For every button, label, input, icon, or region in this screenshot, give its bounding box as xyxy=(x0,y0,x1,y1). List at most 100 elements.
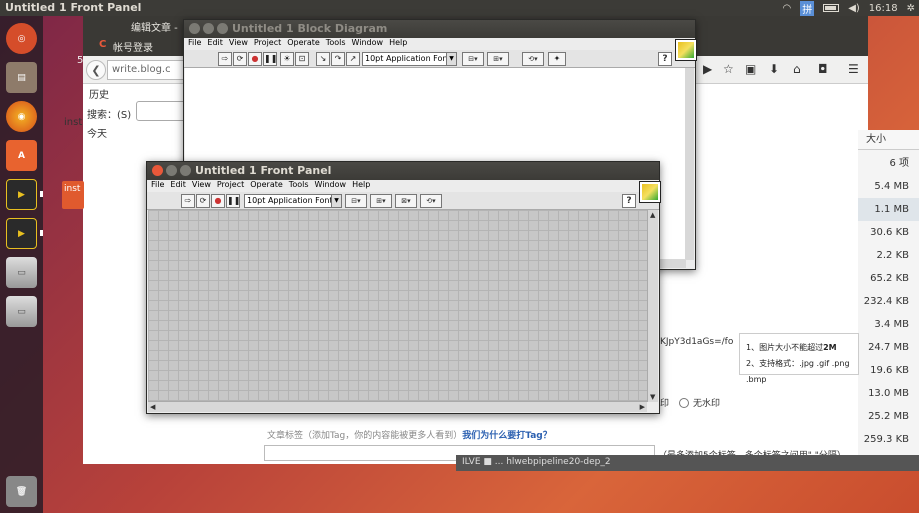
size-column-header[interactable]: 大小 xyxy=(858,130,919,150)
run-continuously-icon[interactable]: ⟳ xyxy=(196,194,210,208)
no-watermark-radio[interactable] xyxy=(679,397,690,408)
menu-icon[interactable]: ☰ xyxy=(848,62,859,76)
launcher-drive-2[interactable]: ▭ xyxy=(4,294,39,329)
menu-file[interactable]: File xyxy=(188,38,201,50)
size-cell: 25.2 MB xyxy=(868,411,909,422)
menu-file[interactable]: File xyxy=(151,180,164,192)
back-button[interactable]: ❮ xyxy=(86,60,106,80)
clock[interactable]: 16:18 xyxy=(869,3,898,14)
gear-icon[interactable]: ✲ xyxy=(907,3,915,14)
home-icon[interactable]: ⌂ xyxy=(793,62,801,76)
volume-icon[interactable]: ◀) xyxy=(848,3,860,14)
distribute-objects-icon[interactable]: ⊞▾ xyxy=(487,52,509,66)
minimize-button[interactable] xyxy=(166,165,177,176)
menu-help[interactable]: Help xyxy=(352,180,370,192)
font-selector[interactable]: 10pt Application Font ▼ xyxy=(362,52,457,66)
menu-operate[interactable]: Operate xyxy=(250,180,283,192)
menu-operate[interactable]: Operate xyxy=(287,38,320,50)
history-today[interactable]: 今天 xyxy=(87,125,107,140)
tab-account-login[interactable]: 帐号登录 xyxy=(113,39,153,54)
scroll-down-icon[interactable]: ▼ xyxy=(650,393,655,401)
url-bar[interactable]: write.blog.c xyxy=(107,60,187,80)
reorder-icon[interactable]: ⟲▾ xyxy=(522,52,544,66)
download-icon[interactable]: ⬇ xyxy=(769,62,779,76)
menu-project[interactable]: Project xyxy=(254,38,281,50)
highlight-icon[interactable]: ☀ xyxy=(280,52,294,66)
resize-objects-icon[interactable]: ⊠▾ xyxy=(395,194,417,208)
scroll-left-icon[interactable]: ◀ xyxy=(150,403,155,411)
pocket-icon[interactable]: ◘ xyxy=(818,62,828,76)
step-over-icon[interactable]: ↷ xyxy=(331,52,345,66)
input-method-icon[interactable]: 拼 xyxy=(800,0,815,16)
retain-wire-icon[interactable]: ⊡ xyxy=(295,52,309,66)
launcher-files[interactable]: ▤ xyxy=(4,60,39,95)
front-panel-titlebar[interactable]: Untitled 1 Front Panel xyxy=(147,162,659,180)
labview-icon: ▶ xyxy=(6,179,37,210)
software-center-icon: A xyxy=(6,140,37,171)
font-selector[interactable]: 10pt Application Font ▼ xyxy=(244,194,342,208)
reorder-icon[interactable]: ⟲▾ xyxy=(420,194,442,208)
menu-tools[interactable]: Tools xyxy=(326,38,346,50)
launcher-drive[interactable]: ▭ xyxy=(4,255,39,290)
menu-view[interactable]: View xyxy=(229,38,248,50)
forward-arrow-icon[interactable]: ▶ xyxy=(703,62,712,76)
launcher-labview-2[interactable]: ▶ xyxy=(4,216,39,251)
vertical-scrollbar[interactable]: ▲ ▼ xyxy=(647,210,658,402)
chevron-down-icon: ▼ xyxy=(331,195,341,207)
menu-window[interactable]: Window xyxy=(352,38,384,50)
wifi-icon[interactable]: ◠ xyxy=(782,3,791,14)
launcher-firefox[interactable]: ◉ xyxy=(4,99,39,134)
cleanup-diagram-icon[interactable]: ✦ xyxy=(548,52,566,66)
battery-icon[interactable] xyxy=(823,4,840,12)
pause-icon[interactable]: ❚❚ xyxy=(226,194,240,208)
step-out-icon[interactable]: ↗ xyxy=(346,52,360,66)
menu-tools[interactable]: Tools xyxy=(289,180,309,192)
horizontal-scrollbar[interactable]: ◀ ▶ xyxy=(148,401,647,412)
menu-edit[interactable]: Edit xyxy=(170,180,186,192)
why-tag-link[interactable]: 我们为什么要打Tag？ xyxy=(462,431,552,441)
run-arrow-icon[interactable]: ⇨ xyxy=(181,194,195,208)
launcher-trash[interactable]: 🗑 xyxy=(4,474,39,509)
menu-project[interactable]: Project xyxy=(217,180,244,192)
run-continuously-icon[interactable]: ⟳ xyxy=(233,52,247,66)
front-panel-canvas[interactable] xyxy=(148,210,647,402)
menu-edit[interactable]: Edit xyxy=(207,38,223,50)
clipboard-icon[interactable]: ▣ xyxy=(745,62,756,76)
run-arrow-icon[interactable]: ⇨ xyxy=(218,52,232,66)
close-button[interactable] xyxy=(189,23,200,34)
drive-icon: ▭ xyxy=(6,257,37,288)
launcher-dash[interactable]: ◎ xyxy=(4,21,39,56)
maximize-button[interactable] xyxy=(180,165,191,176)
close-button[interactable] xyxy=(152,165,163,176)
abort-icon[interactable]: ● xyxy=(211,194,225,208)
vi-icon[interactable] xyxy=(639,181,661,203)
align-objects-icon[interactable]: ⊟▾ xyxy=(462,52,484,66)
abort-icon[interactable]: ● xyxy=(248,52,262,66)
scroll-up-icon[interactable]: ▲ xyxy=(650,211,655,219)
launcher-software-center[interactable]: A xyxy=(4,138,39,173)
align-objects-icon[interactable]: ⊟▾ xyxy=(345,194,367,208)
bookmark-star-icon[interactable]: ☆ xyxy=(723,62,734,76)
active-window-title: Untitled 1 Front Panel xyxy=(5,1,142,14)
block-diagram-titlebar[interactable]: Untitled 1 Block Diagram xyxy=(184,20,695,38)
menu-help[interactable]: Help xyxy=(389,38,407,50)
pause-icon[interactable]: ❚❚ xyxy=(263,52,277,66)
maximize-button[interactable] xyxy=(217,23,228,34)
scroll-right-icon[interactable]: ▶ xyxy=(640,403,645,411)
vertical-scrollbar[interactable] xyxy=(685,68,694,260)
distribute-objects-icon[interactable]: ⊞▾ xyxy=(370,194,392,208)
size-cell: 19.6 KB xyxy=(870,365,909,376)
watermark-options: 印 无水印 xyxy=(660,396,720,409)
context-help-icon[interactable]: ? xyxy=(622,194,636,208)
vi-icon[interactable] xyxy=(675,39,697,61)
minimize-button[interactable] xyxy=(203,23,214,34)
vi-icon-graphic xyxy=(642,184,658,200)
launcher-labview[interactable]: ▶ xyxy=(4,177,39,212)
toolbar: ⇨ ⟳ ● ❚❚ ☀ ⊡ ↘ ↷ ↗ 10pt Application Font… xyxy=(184,50,695,68)
menu-view[interactable]: View xyxy=(192,180,211,192)
history-search-input[interactable] xyxy=(136,101,186,121)
tab-edit-article[interactable]: 编辑文章 - xyxy=(131,19,178,34)
menu-window[interactable]: Window xyxy=(315,180,347,192)
step-into-icon[interactable]: ↘ xyxy=(316,52,330,66)
context-help-icon[interactable]: ? xyxy=(658,52,672,66)
